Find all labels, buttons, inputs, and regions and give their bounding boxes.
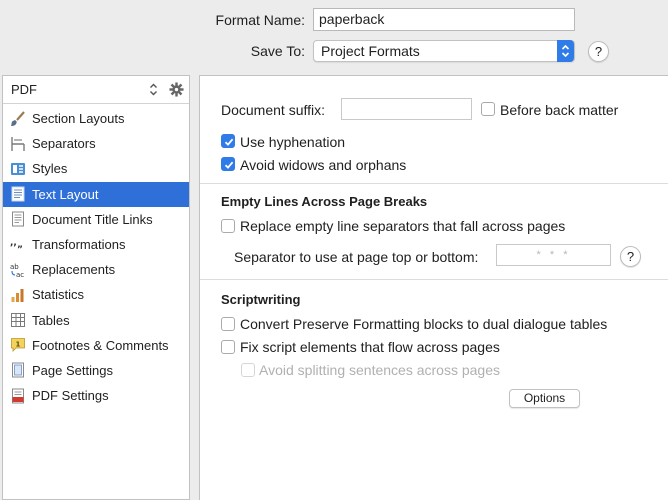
sidebar-item-label: Transformations bbox=[32, 237, 126, 253]
format-name-field[interactable]: paperback bbox=[313, 8, 575, 31]
chevron-updown-icon[interactable] bbox=[149, 83, 158, 99]
format-name-row: Format Name: paperback bbox=[205, 8, 575, 31]
save-to-value: Project Formats bbox=[321, 43, 420, 59]
sidebar-item-label: Text Layout bbox=[32, 186, 99, 202]
separator-label: Separator to use at page top or bottom: bbox=[234, 249, 479, 265]
sidebar-item-transformations[interactable]: ,,” Transformations bbox=[3, 232, 189, 257]
before-back-matter-label: Before back matter bbox=[500, 102, 619, 118]
replace-empty-lines-label: Replace empty line separators that fall … bbox=[240, 218, 566, 234]
brush-icon bbox=[9, 110, 26, 127]
save-to-help-button[interactable]: ? bbox=[588, 40, 609, 62]
pdf-icon bbox=[9, 387, 26, 404]
sidebar-item-label: Tables bbox=[32, 312, 70, 328]
sidebar-item-section-layouts[interactable]: Section Layouts bbox=[3, 106, 189, 131]
format-name-label: Format Name: bbox=[215, 11, 305, 28]
footnote-icon: 1 bbox=[9, 337, 26, 354]
use-hyphenation-checkbox[interactable] bbox=[221, 134, 235, 148]
svg-text:1: 1 bbox=[15, 341, 20, 349]
separator-help-button[interactable]: ? bbox=[620, 246, 641, 267]
gear-icon[interactable] bbox=[169, 82, 184, 100]
avoid-widows-checkbox[interactable] bbox=[221, 157, 235, 171]
sidebar-item-tables[interactable]: Tables bbox=[3, 308, 189, 333]
svg-text:ab: ab bbox=[10, 263, 19, 271]
replace-icon: ab ac bbox=[9, 261, 26, 278]
convert-preserve-formatting-label: Convert Preserve Formatting blocks to du… bbox=[240, 316, 608, 332]
bar-chart-icon bbox=[9, 286, 26, 303]
sidebar-header: PDF bbox=[3, 76, 189, 104]
separator-field[interactable]: * * * bbox=[496, 244, 611, 266]
sidebar-item-label: Statistics bbox=[32, 287, 85, 303]
styles-icon bbox=[9, 160, 26, 177]
svg-text:ac: ac bbox=[16, 271, 24, 278]
fix-script-elements-checkbox[interactable] bbox=[221, 340, 235, 354]
sidebar-item-styles[interactable]: Styles bbox=[3, 156, 189, 181]
sidebar-item-label: Footnotes & Comments bbox=[32, 337, 169, 353]
section-divider bbox=[200, 279, 668, 280]
document-suffix-label: Document suffix: bbox=[221, 102, 326, 118]
sidebar-item-label: Separators bbox=[32, 136, 96, 152]
convert-preserve-formatting-checkbox[interactable] bbox=[221, 317, 235, 331]
svg-text:”: ” bbox=[17, 245, 23, 253]
avoid-splitting-checkbox bbox=[241, 363, 255, 377]
sidebar-item-label: Section Layouts bbox=[32, 111, 125, 127]
document-suffix-field[interactable] bbox=[341, 98, 472, 120]
quotes-icon: ,,” bbox=[9, 236, 26, 253]
table-icon bbox=[9, 312, 26, 329]
sidebar-item-label: Styles bbox=[32, 161, 68, 177]
popup-stepper-icon bbox=[557, 40, 574, 62]
format-sidebar: PDF Section Layouts Separators Styles Te… bbox=[2, 75, 190, 500]
sidebar-list: Section Layouts Separators Styles Text L… bbox=[3, 104, 189, 408]
sidebar-item-label: Page Settings bbox=[32, 362, 113, 378]
before-back-matter-checkbox[interactable] bbox=[481, 102, 495, 116]
replace-empty-lines-checkbox[interactable] bbox=[221, 219, 235, 233]
sidebar-item-footnotes-comments[interactable]: 1 Footnotes & Comments bbox=[3, 333, 189, 358]
save-to-label: Save To: bbox=[250, 43, 305, 59]
sidebar-item-text-layout[interactable]: Text Layout bbox=[3, 181, 189, 207]
text-layout-panel: Document suffix: Before back matter Use … bbox=[199, 75, 668, 500]
format-type-select[interactable]: PDF bbox=[11, 82, 37, 97]
svg-text:,,: ,, bbox=[10, 238, 17, 248]
save-to-popup[interactable]: Project Formats bbox=[313, 40, 575, 62]
use-hyphenation-label: Use hyphenation bbox=[240, 134, 346, 150]
options-button[interactable]: Options bbox=[509, 389, 580, 408]
save-to-row: Save To: Project Formats ? bbox=[205, 40, 609, 62]
sidebar-item-label: Replacements bbox=[32, 262, 116, 278]
document-icon bbox=[9, 211, 26, 228]
sidebar-item-page-settings[interactable]: Page Settings bbox=[3, 358, 189, 383]
sidebar-item-document-title-links[interactable]: Document Title Links bbox=[3, 207, 189, 232]
fix-script-elements-label: Fix script elements that flow across pag… bbox=[240, 339, 500, 355]
sidebar-item-separators[interactable]: Separators bbox=[3, 131, 189, 156]
sidebar-item-pdf-settings[interactable]: PDF Settings bbox=[3, 383, 189, 408]
sidebar-item-label: PDF Settings bbox=[32, 388, 109, 404]
separator-icon bbox=[9, 135, 26, 152]
empty-lines-heading: Empty Lines Across Page Breaks bbox=[221, 194, 428, 209]
sidebar-item-replacements[interactable]: ab ac Replacements bbox=[3, 257, 189, 282]
scriptwriting-heading: Scriptwriting bbox=[221, 292, 301, 307]
sidebar-item-statistics[interactable]: Statistics bbox=[3, 282, 189, 307]
section-divider bbox=[200, 183, 668, 184]
avoid-splitting-label: Avoid splitting sentences across pages bbox=[259, 362, 500, 378]
text-layout-icon bbox=[9, 186, 26, 203]
sidebar-item-label: Document Title Links bbox=[32, 211, 153, 227]
avoid-widows-label: Avoid widows and orphans bbox=[240, 157, 407, 173]
page-icon bbox=[9, 362, 26, 379]
